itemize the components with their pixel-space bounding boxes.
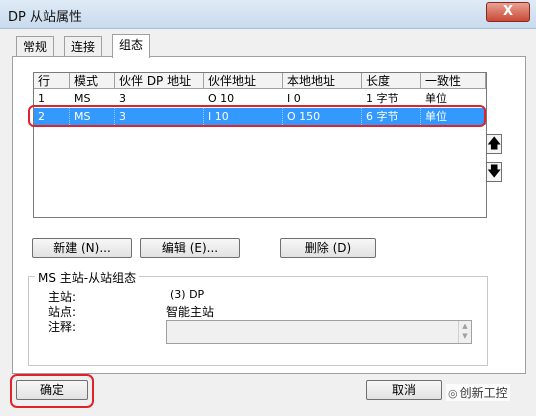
col-header-local-address[interactable]: 本地地址: [283, 73, 362, 89]
configuration-table[interactable]: 行 模式 伙伴 DP 地址 伙伴地址 本地地址 长度 一致性 1 MS 3 O …: [33, 72, 487, 218]
tab-general[interactable]: 常规: [16, 36, 55, 57]
delete-button[interactable]: 删除 (D): [280, 238, 376, 258]
master-value: (3) DP: [170, 288, 205, 301]
arrow-down-icon: 🡇: [487, 164, 502, 180]
ok-button-highlight: [10, 374, 94, 408]
edit-button[interactable]: 编辑 (E)...: [140, 238, 240, 258]
group-legend: MS 主站-从站组态: [35, 269, 140, 286]
arrow-up-icon: 🡅: [487, 136, 502, 152]
col-header-length[interactable]: 长度: [362, 73, 421, 89]
tab-connection[interactable]: 连接: [64, 36, 103, 57]
col-header-row[interactable]: 行: [34, 73, 70, 89]
selected-row-highlight: [28, 105, 486, 127]
close-icon: X: [502, 4, 514, 19]
tab-configuration[interactable]: 组态: [112, 34, 151, 58]
window-title: DP 从站属性: [8, 10, 82, 25]
comment-label: 注释:: [48, 320, 77, 334]
watermark: ◎ 创新工控: [446, 384, 510, 401]
move-down-button[interactable]: 🡇: [486, 162, 502, 182]
move-up-button[interactable]: 🡅: [486, 134, 502, 154]
wechat-icon: ◎: [448, 387, 458, 400]
scroll-up-icon: ▲: [462, 322, 468, 330]
table-header: 行 模式 伙伴 DP 地址 伙伴地址 本地地址 长度 一致性: [34, 73, 486, 89]
new-button[interactable]: 新建 (N)...: [32, 238, 132, 258]
col-header-mode[interactable]: 模式: [70, 73, 115, 89]
col-header-partner-address[interactable]: 伙伴地址: [204, 73, 283, 89]
col-header-partner-dp-address[interactable]: 伙伴 DP 地址: [115, 73, 204, 89]
station-value: 智能主站: [166, 305, 215, 319]
cancel-button[interactable]: 取消: [366, 380, 442, 400]
comment-scrollbar[interactable]: ▲ ▼: [458, 321, 471, 343]
scroll-down-icon: ▼: [462, 332, 468, 340]
close-button[interactable]: X: [486, 2, 530, 22]
title-bar: DP 从站属性 X: [0, 0, 536, 29]
col-header-consistency[interactable]: 一致性: [421, 73, 486, 89]
watermark-text: 创新工控: [459, 386, 508, 400]
comment-field[interactable]: ▲ ▼: [166, 320, 472, 344]
